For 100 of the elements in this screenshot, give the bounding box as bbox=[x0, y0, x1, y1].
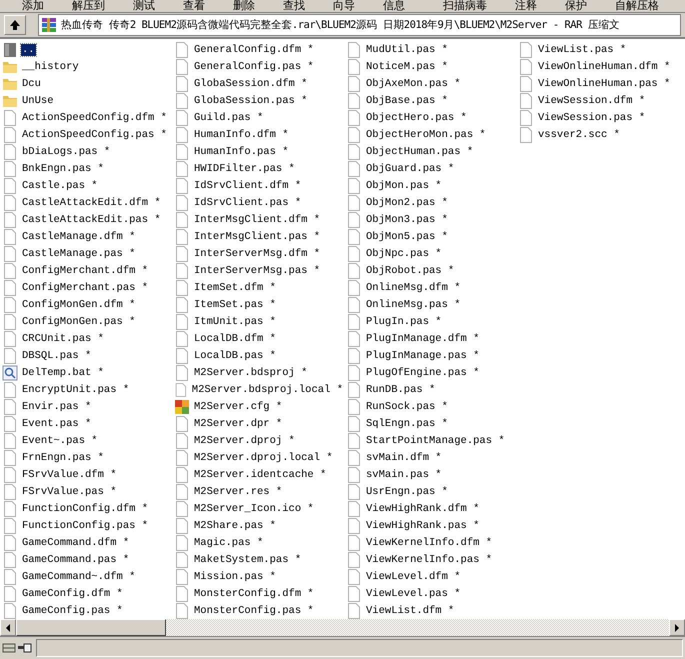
file-item[interactable]: __history bbox=[0, 58, 172, 75]
file-item[interactable]: MonsterConfig.pas * bbox=[172, 602, 344, 619]
file-item[interactable]: Mission.pas * bbox=[172, 568, 344, 585]
file-item[interactable]: FSrvValue.dfm * bbox=[0, 466, 172, 483]
file-item[interactable]: Dcu bbox=[0, 75, 172, 92]
file-item[interactable]: InterMsgClient.pas * bbox=[172, 228, 344, 245]
file-item[interactable]: MaketSystem.pas * bbox=[172, 551, 344, 568]
file-item[interactable]: ItemSet.pas * bbox=[172, 296, 344, 313]
file-item[interactable]: ViewHighRank.dfm * bbox=[344, 500, 516, 517]
file-item[interactable]: DBSQL.pas * bbox=[0, 347, 172, 364]
file-item[interactable]: M2Server.dproj.local * bbox=[172, 449, 344, 466]
file-item[interactable]: ViewSession.dfm * bbox=[516, 92, 685, 109]
scroll-left-button[interactable] bbox=[0, 619, 16, 636]
file-item[interactable]: ConfigMonGen.pas * bbox=[0, 313, 172, 330]
file-item[interactable]: NoticeM.pas * bbox=[344, 58, 516, 75]
file-item[interactable]: CastleAttackEdit.pas * bbox=[0, 211, 172, 228]
toolbar-button[interactable]: 测试 bbox=[133, 0, 169, 12]
file-item[interactable]: FunctionConfig.dfm * bbox=[0, 500, 172, 517]
toolbar-button[interactable]: 查看 bbox=[183, 0, 219, 12]
file-item[interactable]: CRCUnit.pas * bbox=[0, 330, 172, 347]
file-item[interactable]: Event~.pas * bbox=[0, 432, 172, 449]
file-item[interactable]: ViewKernelInfo.dfm * bbox=[344, 534, 516, 551]
file-item[interactable]: M2Server.bdsproj.local * bbox=[172, 381, 344, 398]
file-item[interactable]: M2Server.cfg * bbox=[172, 398, 344, 415]
file-item[interactable]: LocalDB.pas * bbox=[172, 347, 344, 364]
file-item[interactable]: ObjMon3.pas * bbox=[344, 211, 516, 228]
file-item[interactable]: ItmUnit.pas * bbox=[172, 313, 344, 330]
file-item[interactable]: ObjBase.pas * bbox=[344, 92, 516, 109]
toolbar-button[interactable]: 添加 bbox=[22, 0, 58, 12]
file-item[interactable]: ViewKernelInfo.pas * bbox=[344, 551, 516, 568]
file-item[interactable]: CastleAttackEdit.dfm * bbox=[0, 194, 172, 211]
file-item[interactable]: ViewSession.pas * bbox=[516, 109, 685, 126]
file-item[interactable]: M2Server_Icon.ico * bbox=[172, 500, 344, 517]
file-item[interactable]: ObjRobot.pas * bbox=[344, 262, 516, 279]
file-item[interactable]: ViewLevel.dfm * bbox=[344, 568, 516, 585]
file-item[interactable]: ObjectHeroMon.pas * bbox=[344, 126, 516, 143]
file-item[interactable]: ObjGuard.pas * bbox=[344, 160, 516, 177]
file-item[interactable]: M2Server.dpr * bbox=[172, 415, 344, 432]
file-item[interactable]: ViewList.dfm * bbox=[344, 602, 516, 619]
file-item[interactable]: ActionSpeedConfig.dfm * bbox=[0, 109, 172, 126]
file-item[interactable]: GameConfig.dfm * bbox=[0, 585, 172, 602]
file-item[interactable]: FrnEngn.pas * bbox=[0, 449, 172, 466]
file-item[interactable]: ConfigMerchant.dfm * bbox=[0, 262, 172, 279]
file-item[interactable]: MonsterConfig.dfm * bbox=[172, 585, 344, 602]
file-item[interactable]: CastleManage.dfm * bbox=[0, 228, 172, 245]
file-item[interactable]: PlugInManage.pas * bbox=[344, 347, 516, 364]
up-folder-button[interactable] bbox=[4, 15, 26, 35]
file-item[interactable]: ObjNpc.pas * bbox=[344, 245, 516, 262]
file-item[interactable]: IdSrvClient.pas * bbox=[172, 194, 344, 211]
file-item[interactable]: FunctionConfig.pas * bbox=[0, 517, 172, 534]
file-item[interactable]: InterServerMsg.pas * bbox=[172, 262, 344, 279]
toolbar-button[interactable]: 注释 bbox=[515, 0, 551, 12]
file-item[interactable]: Magic.pas * bbox=[172, 534, 344, 551]
file-item[interactable]: svMain.pas * bbox=[344, 466, 516, 483]
file-item[interactable]: GlobaSession.pas * bbox=[172, 92, 344, 109]
file-item[interactable]: GlobaSession.dfm * bbox=[172, 75, 344, 92]
file-item[interactable]: M2Share.pas * bbox=[172, 517, 344, 534]
file-item[interactable]: ViewHighRank.pas * bbox=[344, 517, 516, 534]
file-item[interactable]: Guild.pas * bbox=[172, 109, 344, 126]
toolbar-button[interactable]: 扫描病毒 bbox=[443, 0, 501, 12]
file-item[interactable]: M2Server.identcache * bbox=[172, 466, 344, 483]
file-item[interactable]: Castle.pas * bbox=[0, 177, 172, 194]
file-item[interactable]: StartPointManage.pas * bbox=[344, 432, 516, 449]
file-item[interactable]: UnUse bbox=[0, 92, 172, 109]
file-item[interactable]: ObjectHero.pas * bbox=[344, 109, 516, 126]
file-item[interactable]: RunDB.pas * bbox=[344, 381, 516, 398]
file-item[interactable]: GeneralConfig.pas * bbox=[172, 58, 344, 75]
file-item[interactable]: ObjectHuman.pas * bbox=[344, 143, 516, 160]
file-item[interactable]: ObjAxeMon.pas * bbox=[344, 75, 516, 92]
file-item[interactable]: ObjMon2.pas * bbox=[344, 194, 516, 211]
file-item[interactable]: RunSock.pas * bbox=[344, 398, 516, 415]
file-item[interactable]: ViewList.pas * bbox=[516, 41, 685, 58]
toolbar-button[interactable]: 信息 bbox=[383, 0, 419, 12]
path-field[interactable]: 热血传奇 传奇2 BLUEM2源码含微端代码完整全套.rar\BLUEM2源码 日期2018年9月\BLUEM2\M2Server - RAR 压缩文 bbox=[38, 14, 681, 36]
scroll-right-button[interactable] bbox=[669, 619, 685, 636]
file-item[interactable]: GameCommand~.dfm * bbox=[0, 568, 172, 585]
toolbar-button[interactable]: 保护 bbox=[565, 0, 601, 12]
file-item[interactable]: EncryptUnit.pas * bbox=[0, 381, 172, 398]
file-item[interactable]: InterServerMsg.dfm * bbox=[172, 245, 344, 262]
file-item[interactable]: Event.pas * bbox=[0, 415, 172, 432]
file-item[interactable]: ConfigMonGen.dfm * bbox=[0, 296, 172, 313]
file-item[interactable]: svMain.dfm * bbox=[344, 449, 516, 466]
file-item[interactable]: FSrvValue.pas * bbox=[0, 483, 172, 500]
toolbar-button[interactable]: 查找 bbox=[283, 0, 319, 12]
toolbar-button[interactable]: 自解压格 bbox=[615, 0, 673, 12]
file-item[interactable]: PlugIn.pas * bbox=[344, 313, 516, 330]
file-item[interactable]: bDiaLogs.pas * bbox=[0, 143, 172, 160]
file-item[interactable]: GameConfig.pas * bbox=[0, 602, 172, 619]
file-item[interactable]: ObjMon5.pas * bbox=[344, 228, 516, 245]
file-item[interactable]: vssver2.scc * bbox=[516, 126, 685, 143]
file-item[interactable]: HumanInfo.pas * bbox=[172, 143, 344, 160]
file-item[interactable]: ViewLevel.pas * bbox=[344, 585, 516, 602]
file-item[interactable]: M2Server.res * bbox=[172, 483, 344, 500]
toolbar-button[interactable]: 删除 bbox=[233, 0, 269, 12]
file-item[interactable]: ItemSet.dfm * bbox=[172, 279, 344, 296]
file-item[interactable]: M2Server.dproj * bbox=[172, 432, 344, 449]
file-item[interactable]: GameCommand.pas * bbox=[0, 551, 172, 568]
scrollbar-thumb[interactable] bbox=[16, 619, 166, 636]
file-item[interactable]: .. bbox=[0, 41, 172, 58]
file-item[interactable]: LocalDB.dfm * bbox=[172, 330, 344, 347]
